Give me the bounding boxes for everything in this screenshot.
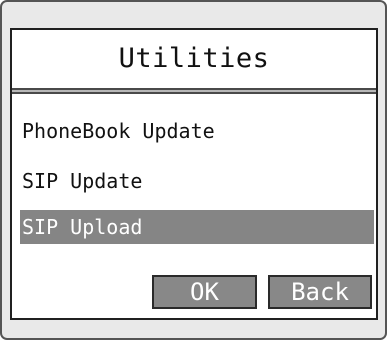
title-divider [12,88,376,94]
display-screen: Utilities PhoneBook Update SIP Update SI… [10,28,378,320]
ok-button[interactable]: OK [152,275,257,309]
menu-item-phonebook-update[interactable]: PhoneBook Update [20,114,374,148]
menu-item-sip-upload[interactable]: SIP Upload [20,210,374,244]
screen-title: Utilities [118,43,270,74]
back-button[interactable]: Back [268,275,372,309]
device-frame: Utilities PhoneBook Update SIP Update SI… [0,0,387,340]
menu-item-sip-update[interactable]: SIP Update [20,164,374,198]
